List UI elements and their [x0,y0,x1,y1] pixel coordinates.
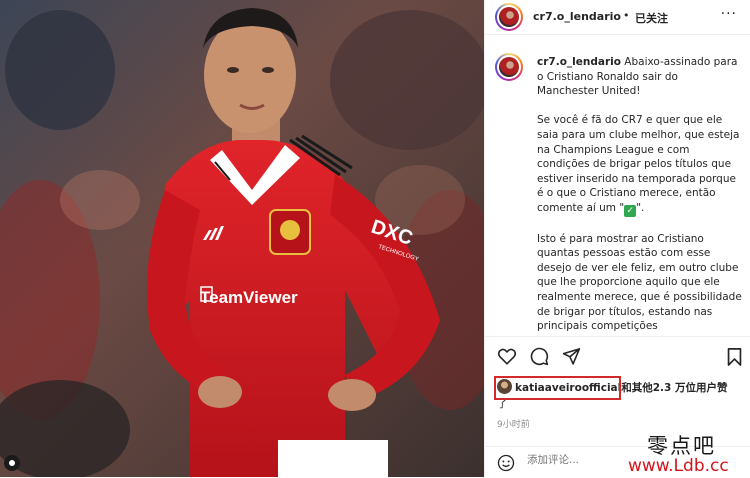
share-icon[interactable] [562,347,581,369]
post-details-pane: cr7.o_lendario • 已关注 ··· cr7.o_lendario … [484,0,750,477]
follow-status-button[interactable]: 已关注 [635,10,668,26]
comment-icon[interactable] [530,347,549,370]
author-username[interactable]: cr7.o_lendario [533,10,621,23]
heart-icon[interactable] [497,347,517,369]
bookmark-icon[interactable] [726,347,743,370]
caption-text: cr7.o_lendario Abaixo-assinado para o Cr… [537,55,742,332]
post-image[interactable]: TeamViewer DXC TECHNOLOGY [0,0,484,477]
post-timestamp[interactable]: 9小时前 [497,417,530,430]
comment-input[interactable] [527,454,627,466]
likes-count-text[interactable]: 和其他2.3 万位用户赞 [621,382,727,394]
highlight-box [494,376,621,400]
post-header: cr7.o_lendario • 已关注 ··· [485,0,750,35]
watermark-url: www.Ldb.cc [628,456,729,476]
header-separator: • [623,9,630,22]
action-bar [485,336,750,377]
shirt-sponsor-text: TeamViewer [200,288,298,307]
player-illustration: TeamViewer DXC TECHNOLOGY [0,0,484,477]
caption-area[interactable]: cr7.o_lendario Abaixo-assinado para o Cr… [485,42,750,332]
caption-username[interactable]: cr7.o_lendario [537,56,621,68]
emoji-icon[interactable] [497,454,515,476]
caption-avatar[interactable] [495,53,523,81]
photo-tag-icon[interactable] [4,455,20,471]
more-options-icon[interactable]: ··· [721,6,737,22]
caption-paragraph-2: Se você é fã do CR7 e quer que ele saia … [537,114,740,214]
caption-paragraph-3: Isto é para mostrar ao Cristiano quantas… [537,232,742,332]
check-mark-emoji-icon: ✓ [624,204,637,217]
caption-paragraph-2-end: ". [636,201,645,214]
author-avatar[interactable] [495,3,523,31]
